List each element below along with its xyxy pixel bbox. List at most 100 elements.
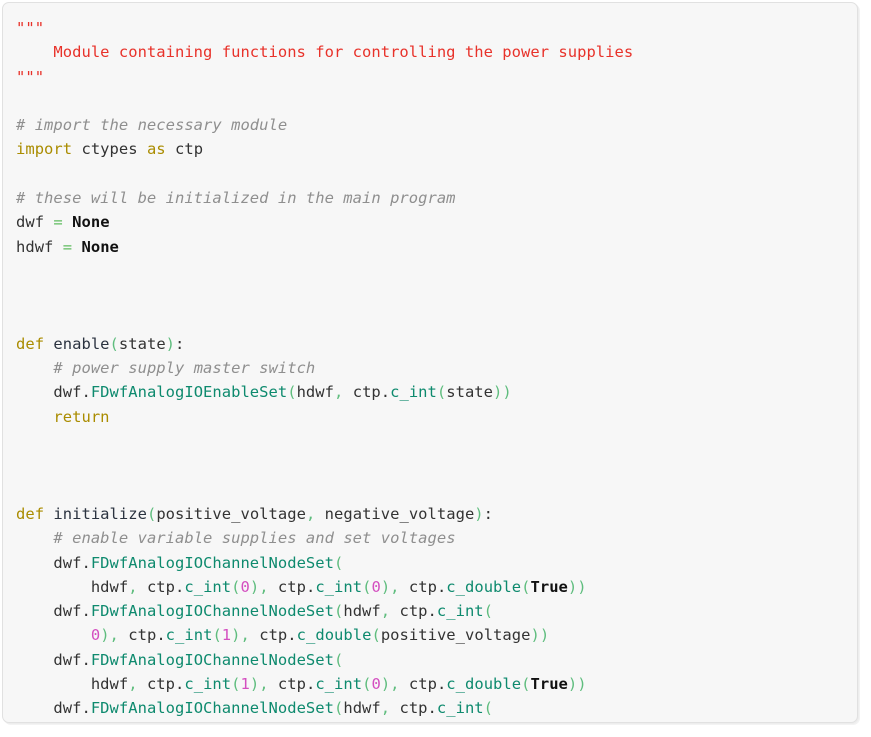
code-token-punct: , — [128, 577, 138, 596]
code-token-func: c_int — [390, 383, 437, 402]
code-line: dwf.FDwfAnalogIOChannelNodeSet( — [16, 554, 343, 572]
code-token-plain: hdwf — [16, 237, 63, 256]
code-token-plain: ctp. — [268, 577, 316, 596]
code-token-func: c_int — [165, 626, 213, 645]
code-line: hdwf, ctp.c_int(1), ctp.c_int(0), ctp.c_… — [16, 675, 587, 693]
code-token-punct: ) — [249, 577, 260, 596]
code-token-plain: ctypes — [72, 140, 147, 159]
code-token-string: """ — [16, 67, 45, 86]
code-token-punct: ( — [483, 602, 494, 621]
code-token-plain: ctp. — [390, 699, 437, 718]
code-token-punct: ( — [333, 553, 344, 572]
code-token-number: 0 — [371, 675, 381, 694]
code-token-keyword: as — [146, 140, 166, 159]
code-token-punct: )) — [567, 675, 587, 694]
code-line: hdwf, ctp.c_int(0), ctp.c_int(0), ctp.c_… — [16, 578, 587, 596]
code-line: Module containing functions for controll… — [16, 43, 633, 61]
code-token-punct: ( — [371, 626, 381, 645]
code-token-comment: # enable variable supplies and set volta… — [53, 529, 456, 548]
code-line: import ctypes as ctp — [16, 140, 203, 158]
code-token-func: c_int — [436, 602, 484, 621]
code-token-plain: hdwf — [16, 675, 129, 694]
code-token-plain: dwf — [16, 213, 54, 232]
code-line: # enable variable supplies and set volta… — [16, 529, 456, 547]
code-line: hdwf = None — [16, 238, 119, 256]
code-line: dwf = None — [16, 213, 110, 231]
code-token-number: 0 — [240, 577, 250, 596]
code-token-func: FDwfAnalogIOChannelNodeSet — [90, 553, 334, 572]
code-token-plain: hdwf — [343, 699, 381, 718]
code-token-plain: ctp. — [249, 626, 297, 645]
code-token-plain: state — [446, 383, 494, 402]
code-token-punct: )) — [493, 383, 512, 402]
code-token-func: FDwfAnalogIOChannelNodeSet — [90, 602, 334, 621]
code-token-name: enable — [53, 334, 110, 353]
code-token-plain: hdwf — [343, 602, 381, 621]
code-token-keyword: def — [16, 504, 45, 523]
code-token-punct: , — [334, 383, 344, 402]
code-token-func: FDwfAnalogIOChannelNodeSet — [90, 650, 334, 669]
code-token-constant: None — [72, 213, 110, 232]
code-token-func: c_int — [436, 699, 484, 718]
code-token-string: Module containing functions for controll… — [16, 43, 634, 62]
code-token-punct: ( — [436, 383, 447, 402]
code-token-plain: : — [175, 334, 185, 353]
code-token-func: c_int — [315, 675, 363, 694]
code-token-plain: ctp. — [118, 626, 166, 645]
code-line: """ — [16, 68, 44, 86]
code-token-func: c_int — [184, 577, 232, 596]
code-token-comment: # these will be initialized in the main … — [16, 189, 456, 208]
code-token-punct: , — [380, 602, 391, 621]
code-line: dwf.FDwfAnalogIOChannelNodeSet(hdwf, ctp… — [16, 699, 493, 717]
code-token-punct: ) — [231, 626, 241, 645]
code-token-punct: ( — [109, 334, 119, 353]
code-token-punct: ) — [249, 675, 260, 694]
code-token-plain: hdwf — [16, 577, 129, 596]
code-token-punct: ) — [380, 675, 391, 694]
code-token-plain: positive_voltage — [380, 626, 531, 645]
code-token-plain: ctp — [165, 140, 204, 159]
code-token-punct: )) — [530, 626, 550, 645]
code-token-func: FDwfAnalogIOChannelNodeSet — [90, 699, 334, 718]
code-token-punct: , — [380, 699, 391, 718]
code-token-plain: ctp. — [390, 602, 437, 621]
code-token-punct: ( — [333, 602, 344, 621]
code-token-punct: , — [390, 675, 400, 694]
code-token-plain: ctp. — [268, 675, 316, 694]
code-token-name: initialize — [53, 504, 147, 523]
code-token-operator: = — [62, 237, 73, 256]
code-token-func: c_double — [446, 577, 522, 596]
code-token-punct: )) — [567, 577, 587, 596]
code-token-plain: ctp. — [399, 577, 447, 596]
code-token-plain: dwf. — [16, 602, 91, 621]
code-token-punct: ( — [146, 504, 157, 523]
code-token-punct: , — [259, 675, 269, 694]
code-token-punct: ) — [380, 577, 391, 596]
code-token-punct: , — [259, 577, 269, 596]
code-token-plain: ctp. — [399, 675, 447, 694]
code-token-plain: state — [118, 334, 166, 353]
code-token-plain: : — [483, 504, 494, 523]
code-token-plain: ctp. — [343, 383, 391, 402]
code-token-number: 1 — [240, 675, 250, 694]
code-line: # import the necessary module — [16, 116, 287, 134]
code-token-constant: True — [530, 675, 568, 694]
code-token-punct: ( — [212, 626, 222, 645]
code-token-plain: dwf. — [16, 383, 91, 402]
code-token-plain: dwf. — [16, 650, 91, 669]
code-line: dwf.FDwfAnalogIOChannelNodeSet(hdwf, ctp… — [16, 602, 493, 620]
code-token-plain: ctp. — [137, 675, 185, 694]
code-line: # power supply master switch — [16, 359, 315, 377]
code-token-plain: negative_voltage — [315, 504, 475, 523]
code-line: dwf.FDwfAnalogIOEnableSet(hdwf, ctp.c_in… — [16, 383, 512, 401]
source-code[interactable]: """ Module containing functions for cont… — [3, 3, 857, 722]
code-token-keyword: return — [53, 407, 110, 426]
code-token-func: c_double — [296, 626, 372, 645]
code-token-punct: , — [128, 675, 138, 694]
code-token-constant: None — [81, 237, 119, 256]
code-token-punct: ) — [165, 334, 176, 353]
